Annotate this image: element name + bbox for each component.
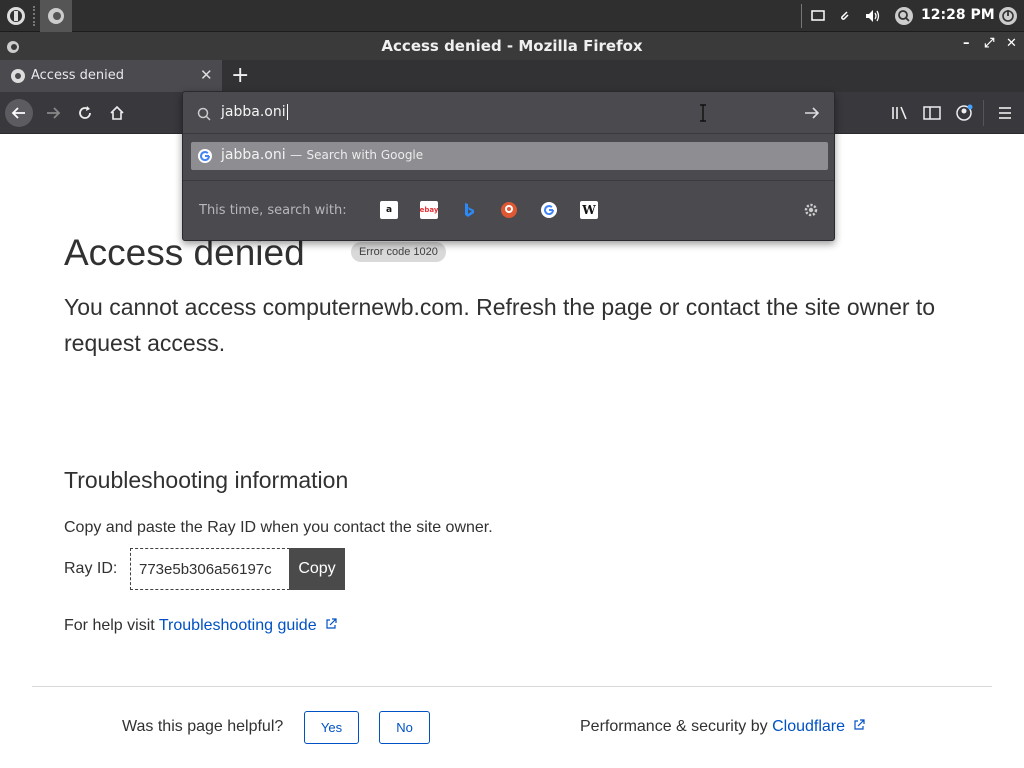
- external-link-icon: [326, 618, 337, 629]
- ebay-icon[interactable]: ebay: [420, 201, 438, 219]
- copy-button[interactable]: Copy: [289, 548, 345, 590]
- suggestion-separator: —: [290, 148, 303, 162]
- home-button[interactable]: [103, 99, 131, 127]
- clock: 12:28 PM: [921, 7, 995, 23]
- maximize-icon[interactable]: ⤢: [984, 36, 994, 51]
- external-link-icon: [854, 719, 866, 730]
- troubleshooting-guide-link[interactable]: Troubleshooting guide: [159, 617, 337, 634]
- ray-id-value[interactable]: 773e5b306a56197c: [130, 548, 290, 590]
- go-arrow-icon[interactable]: [803, 105, 821, 125]
- perf-prefix: Performance & security by: [580, 718, 768, 735]
- no-button[interactable]: No: [379, 711, 430, 744]
- wikipedia-icon[interactable]: W: [580, 201, 598, 219]
- tab-bar: Access denied ✕ +: [0, 60, 1024, 92]
- back-button[interactable]: [5, 99, 33, 127]
- google-icon[interactable]: [540, 201, 558, 219]
- volume-icon[interactable]: [863, 8, 883, 24]
- forward-button[interactable]: [39, 99, 67, 127]
- help-line: For help visit Troubleshooting guide: [64, 617, 337, 635]
- system-taskbar: 12:28 PM: [0, 0, 1024, 32]
- ibeam-cursor-icon: [698, 104, 708, 126]
- taskbar-separator: [33, 6, 35, 26]
- tab-label: Access denied: [31, 68, 124, 83]
- google-icon: [197, 148, 213, 168]
- footer-divider: [32, 686, 992, 687]
- search-icon[interactable]: [893, 7, 915, 25]
- firefox-task-icon[interactable]: [40, 0, 72, 32]
- url-input[interactable]: jabba.oni: [221, 104, 288, 120]
- yes-button[interactable]: Yes: [304, 711, 359, 744]
- tab-access-denied[interactable]: Access denied ✕: [0, 60, 222, 92]
- urlbar[interactable]: jabba.oni: [183, 92, 834, 134]
- performance-security: Performance & security by Cloudflare: [580, 718, 866, 736]
- urlbar-dropdown: jabba.oni jabba.oni — Search with Google…: [182, 91, 835, 241]
- suggestion-query: jabba.oni: [221, 147, 286, 163]
- hamburger-menu-icon[interactable]: [991, 99, 1019, 127]
- sidebar-icon[interactable]: [918, 99, 946, 127]
- window-titlebar[interactable]: Access denied - Mozilla Firefox – ⤢ ✕: [0, 32, 1024, 60]
- duckduckgo-icon[interactable]: [500, 201, 518, 219]
- cloudflare-link[interactable]: Cloudflare: [772, 718, 866, 735]
- search-suggestion-row[interactable]: jabba.oni — Search with Google: [191, 142, 828, 170]
- engines-label: This time, search with:: [199, 203, 347, 218]
- cloudflare-link-text: Cloudflare: [772, 718, 846, 735]
- library-icon[interactable]: [886, 99, 914, 127]
- error-code-badge: Error code 1020: [351, 242, 446, 262]
- search-icon: [197, 106, 211, 125]
- ray-id-label: Ray ID:: [64, 560, 118, 577]
- search-settings-gear-icon[interactable]: [802, 201, 820, 223]
- amazon-icon[interactable]: a: [380, 201, 398, 219]
- new-tab-icon[interactable]: +: [231, 63, 249, 88]
- notifications-icon[interactable]: [809, 8, 827, 24]
- account-icon[interactable]: [950, 99, 978, 127]
- suggestion-text: jabba.oni — Search with Google: [221, 147, 423, 163]
- toolbar-divider: [983, 100, 984, 126]
- power-icon[interactable]: [997, 7, 1019, 25]
- attachment-icon[interactable]: [835, 8, 853, 24]
- window-title: Access denied - Mozilla Firefox: [381, 37, 643, 55]
- text-caret: [286, 104, 288, 120]
- app-launcher-icon[interactable]: [0, 0, 32, 32]
- suggestion-action: Search with Google: [306, 148, 424, 162]
- error-description: You cannot access computernewb.com. Refr…: [64, 294, 936, 356]
- taskbar-separator: [801, 4, 802, 28]
- one-off-search-engines: This time, search with: a ebay W: [183, 180, 834, 240]
- tab-close-icon[interactable]: ✕: [200, 66, 213, 84]
- cloudflare-favicon-icon: [10, 68, 26, 88]
- minimize-icon[interactable]: –: [963, 36, 970, 51]
- copy-instruction: Copy and paste the Ray ID when you conta…: [64, 519, 493, 536]
- troubleshooting-guide-link-text: Troubleshooting guide: [158, 617, 317, 634]
- close-icon[interactable]: ✕: [1006, 36, 1017, 51]
- url-input-text: jabba.oni: [221, 104, 286, 120]
- helpful-question: Was this page helpful?: [122, 718, 284, 735]
- help-prefix: For help visit: [64, 617, 155, 634]
- reload-button[interactable]: [71, 99, 99, 127]
- bing-icon[interactable]: [460, 201, 478, 219]
- troubleshooting-heading: Troubleshooting information: [64, 467, 349, 493]
